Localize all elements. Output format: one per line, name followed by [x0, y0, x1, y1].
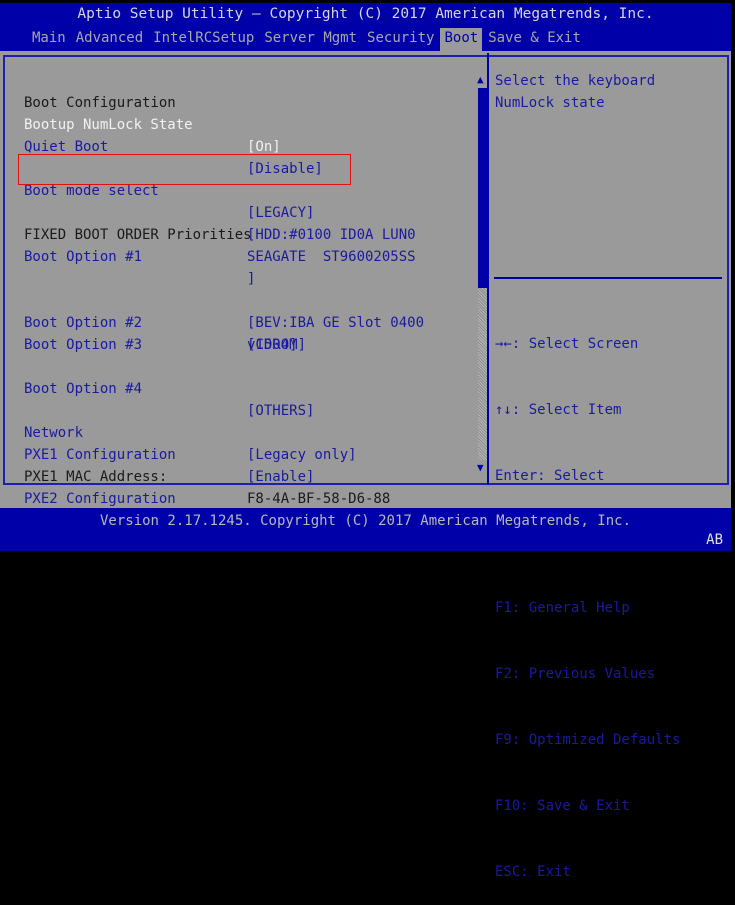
setting-value-line[interactable]: v1504]: [247, 334, 298, 356]
info-value: F8-4A-BF-58-D6-88: [247, 491, 391, 507]
key-hint-general-help: F1: General Help: [495, 600, 630, 616]
tab-security[interactable]: Security: [363, 28, 438, 51]
help-separator: [494, 277, 722, 279]
setting-network[interactable]: Network [Legacy only]: [24, 400, 464, 463]
help-description: Select the keyboard NumLock state: [495, 73, 656, 111]
panel-divider: [487, 53, 489, 485]
tab-intelrcsetup[interactable]: IntelRCSetup: [149, 28, 258, 51]
key-hint-select-item: ↑↓: Select Item: [495, 402, 622, 418]
tab-advanced[interactable]: Advanced: [72, 28, 147, 51]
tab-main[interactable]: Main: [28, 28, 70, 51]
tab-bar: Main Advanced IntelRCSetup Server Mgmt S…: [28, 28, 587, 51]
app-title: Aptio Setup Utility – Copyright (C) 2017…: [77, 6, 654, 22]
highlight-annotation-box: [18, 154, 351, 185]
setting-label: Boot Option #3: [24, 337, 143, 353]
key-legend: →←: Select Screen ↑↓: Select Item Enter:…: [495, 289, 680, 905]
tab-server-mgmt[interactable]: Server Mgmt: [260, 28, 361, 51]
info-pxe1-mac-address: PXE1 MAC Address: F8-4A-BF-58-D6-88: [24, 444, 464, 507]
key-hint-optimized-defaults: F9: Optimized Defaults: [495, 732, 681, 748]
setting-bootup-numlock-state[interactable]: Bootup NumLock State [On]: [24, 92, 464, 155]
footer-bar: Version 2.17.1245. Copyright (C) 2017 Am…: [0, 508, 731, 551]
setting-pxe1-configuration[interactable]: PXE1 Configuration [Enable]: [24, 422, 464, 485]
key-hint-select-screen: →←: Select Screen: [495, 336, 639, 352]
version-text: Version 2.17.1245. Copyright (C) 2017 Am…: [99, 513, 631, 529]
post-code: AB: [706, 532, 723, 548]
setting-value[interactable]: [LEGACY]: [247, 202, 314, 224]
setting-boot-option-4[interactable]: Boot Option #4 [OTHERS]: [24, 356, 464, 419]
tab-boot[interactable]: Boot: [440, 28, 483, 51]
setting-label: Boot Option #1: [24, 249, 143, 265]
setting-boot-option-1[interactable]: Boot Option #1 [HDD:#0100 ID0A LUN0 SEAG…: [24, 224, 464, 290]
key-hint-esc-exit: ESC: Exit: [495, 864, 571, 880]
setting-value-line[interactable]: ]: [247, 268, 255, 290]
setting-pxe2-configuration[interactable]: PXE2 Configuration [Do not launch]: [24, 466, 464, 529]
scroll-down-arrow-icon[interactable]: ▼: [477, 462, 484, 474]
scroll-up-arrow-icon[interactable]: ▲: [477, 74, 484, 86]
header-bar: Aptio Setup Utility – Copyright (C) 2017…: [0, 3, 731, 51]
boot-configuration-heading: Boot Configuration: [24, 70, 176, 111]
setting-label: PXE2 Configuration: [24, 491, 176, 507]
setting-quiet-boot[interactable]: Quiet Boot [Disable]: [24, 114, 464, 177]
setting-value-line[interactable]: [HDD:#0100 ID0A LUN0: [247, 224, 416, 246]
setting-boot-option-2[interactable]: Boot Option #2 [CDROM]: [24, 290, 464, 353]
key-hint-save-exit: F10: Save & Exit: [495, 798, 630, 814]
setting-boot-option-3[interactable]: Boot Option #3 [BEV:IBA GE Slot 0400 v15…: [24, 312, 464, 356]
key-hint-enter: Enter: Select: [495, 468, 605, 484]
scrollbar-thumb[interactable]: [478, 88, 487, 288]
tab-save-exit[interactable]: Save & Exit: [484, 28, 585, 51]
setting-value-line[interactable]: SEAGATE ST9600205SS: [247, 246, 416, 268]
setting-value-line[interactable]: [BEV:IBA GE Slot 0400: [247, 312, 424, 334]
fixed-boot-order-heading: FIXED BOOT ORDER Priorities: [24, 202, 252, 243]
key-hint-previous-values: F2: Previous Values: [495, 666, 656, 682]
setting-label: Boot Option #4: [24, 381, 143, 397]
